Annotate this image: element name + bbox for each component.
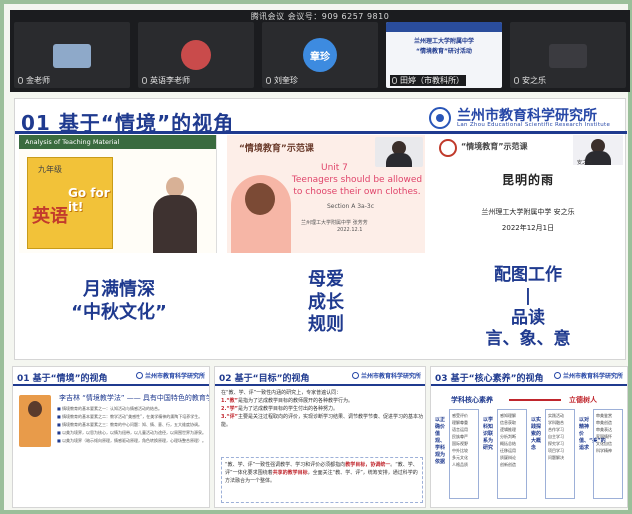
institute-emblem-icon (553, 372, 561, 379)
avatar: 章珍 (303, 38, 337, 72)
core-literacy-label: 学科核心素养 (451, 396, 493, 404)
slide-body: 在“教、学、评”一致性内涵的研究上，专家普遍认同： 1.“教”是指为了达成教学目… (221, 390, 423, 428)
participant-name: 安之乐 (514, 75, 546, 86)
institute-logo: 兰州市教育科学研究所 (135, 371, 205, 380)
microphone-icon (266, 77, 271, 84)
mini-slide-3: 03 基于“核心素养”的视角 兰州市教育科学研究所 学科核心素养 立德树人 以正… (430, 366, 628, 508)
slide-title: 02 基于“目标”的视角 (219, 374, 310, 384)
participant-tile[interactable]: 英语李老师 (138, 22, 254, 88)
teacher-video (147, 173, 203, 253)
literacy-column: 以实践探索的大概念 实践活动 学科融合 合作学习 自主学习 探究学习 项目学习 问题解… (531, 409, 575, 501)
participant-video-thumb (53, 44, 91, 68)
literacy-column: 以对精神价值、“美”的追求 审美鉴赏 审美创造 审美表达 家国情怀 文化自信 科学精神 (579, 409, 623, 501)
participant-tile[interactable]: 章珍 刘奎珍 (262, 22, 378, 88)
caption-panel-2: 母爱 成长 规则 (308, 269, 344, 335)
video-meeting-bar: 腾讯会议 会议号：909 6257 9810 金老师 英语李老师 章珍 刘奎珍 … (10, 10, 630, 92)
participant-tile[interactable]: 安之乐 (510, 22, 626, 88)
literacy-column: 以正确价值观、学科观为依据 感受评价 理解尊重 语言运用 民族尊严 国际视野 中外比较… (435, 409, 479, 501)
panel-tag: “情境教育”示范课 (461, 142, 528, 151)
participant-video-thumb (549, 44, 587, 68)
shared-slide-sub: “情境教育”研讨活动 (416, 48, 472, 55)
slide-title: 03 基于“核心素养”的视角 (435, 374, 544, 384)
institute-logo: 兰州市教育科学研究所 (351, 371, 421, 380)
microphone-icon (392, 77, 397, 84)
microphone-icon (142, 77, 147, 84)
textbook-cover-image: 九年级 Go for it! 英语 (27, 157, 113, 249)
participant-name: 金老师 (18, 75, 50, 86)
title-divider (15, 131, 627, 134)
panel-header: Analysis of Teaching Material (19, 135, 216, 149)
shared-slide-text: 兰州理工大学附属中学 (413, 38, 474, 45)
participant-name: 刘奎珍 (266, 75, 298, 86)
shared-slide-header (386, 22, 502, 32)
lesson-title: 昆明的雨 (501, 173, 554, 187)
portrait-image (19, 395, 51, 447)
institute-emblem-icon (429, 107, 451, 129)
lesson-panel-2: “情境教育”示范课 Unit 7 Teenagers should be all… (227, 135, 425, 253)
participant-name: 安之乐 (577, 160, 593, 166)
institute-emblem-icon (135, 372, 143, 379)
goal-label: 立德树人 (569, 396, 597, 404)
summary-box: “教、学、评”一致性强调教学、学习和评价必须都指向教学目标，协调统一。“教、学、… (221, 457, 423, 503)
caption-panel-1: 月满情深 “中秋文化” (71, 279, 167, 323)
title-divider (13, 384, 209, 386)
bullet-list: 情境教育的基本要素之一：认知活动与情感活动的结合。 情境教育的基本要素之二：教学… (57, 405, 207, 445)
institute-logo: 兰州市教育科学研究所 Lan Zhou Educational Scientif… (429, 105, 615, 131)
panel-tag: “情境教育”示范课 (239, 144, 314, 154)
literacy-column: 以学科知识联系为研究 感知理解 信息获取 逻辑推理 分析判断 概括总结 迁移运用 质疑… (483, 409, 527, 501)
mini-slide-2: 02 基于“目标”的视角 兰州市教育科学研究所 在“教、学、评”一致性内涵的研究… (214, 366, 426, 508)
participant-name: 英语李老师 (142, 75, 190, 86)
lesson-panel-3: “情境教育”示范课 安之乐 昆明的雨 兰州理工大学附属中学 安之乐 2022年1… (433, 135, 623, 253)
microphone-icon (514, 77, 519, 84)
meeting-title: 腾讯会议 会议号：909 6257 9810 (250, 12, 390, 21)
main-slide: 01 基于“情境”的视角 兰州市教育科学研究所 Lan Zhou Educati… (14, 98, 627, 360)
lesson-panel-1: Analysis of Teaching Material 九年级 Go for… (19, 135, 217, 253)
mini-slide-1: 01 基于“情境”的视角 兰州市教育科学研究所 李吉林 “情境教学法” —— 具… (12, 366, 210, 508)
participant-tile[interactable]: 金老师 (14, 22, 130, 88)
arrow-right-icon (509, 399, 561, 401)
slide-title: 01 基于“情境”的视角 (17, 374, 108, 384)
participant-name: 田婷（市教科所） (390, 75, 466, 86)
teacher-video (375, 137, 423, 167)
collage-frame: 腾讯会议 会议号：909 6257 9810 金老师 英语李老师 章珍 刘奎珍 … (0, 0, 632, 514)
caption-panel-3: 配图工作 | 品读 言、象、意 (485, 265, 571, 349)
school-emblem-icon (439, 139, 457, 157)
participant-tile-active[interactable]: 兰州理工大学附属中学 “情境教育”研讨活动 田婷（市教科所） (386, 22, 502, 88)
slide-heading: 李吉林 “情境教学法” —— 具有中国特色的教育学 (59, 394, 210, 402)
title-divider (431, 384, 627, 386)
institute-emblem-icon (351, 372, 359, 379)
illustration-image (231, 175, 291, 253)
title-divider (215, 384, 425, 386)
institute-logo: 兰州市教育科学研究所 (553, 371, 623, 380)
participant-video-thumb (181, 40, 211, 70)
microphone-icon (18, 77, 23, 84)
